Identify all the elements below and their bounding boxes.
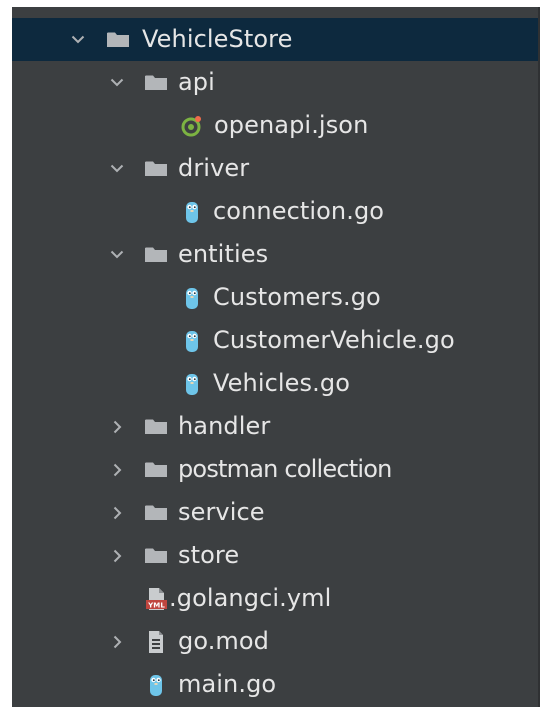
chevron-right-icon[interactable] bbox=[104, 448, 130, 491]
tree-row-label: connection.go bbox=[213, 197, 385, 225]
chevron-right-icon[interactable] bbox=[104, 534, 130, 577]
go-file-icon bbox=[176, 190, 208, 233]
tree-row-label: api bbox=[178, 68, 215, 96]
tree-row-store[interactable]: store bbox=[12, 534, 538, 577]
tree-row-label: CustomerVehicle.go bbox=[213, 326, 455, 354]
go-file-icon bbox=[176, 319, 208, 362]
tree-row-label: store bbox=[178, 541, 240, 569]
tree-row-golangci-yml[interactable]: YML .golangci.yml bbox=[12, 577, 538, 620]
go-file-icon bbox=[176, 276, 208, 319]
folder-icon bbox=[140, 405, 172, 448]
chevron-down-icon[interactable] bbox=[65, 18, 91, 61]
yml-file-icon: YML bbox=[140, 577, 172, 620]
tree-row-connection-go[interactable]: connection.go bbox=[12, 190, 538, 233]
chevron-right-icon[interactable] bbox=[104, 405, 130, 448]
folder-icon bbox=[140, 448, 172, 491]
folder-icon bbox=[140, 147, 172, 190]
svg-text:YML: YML bbox=[147, 601, 165, 609]
tree-row-label: entities bbox=[178, 240, 269, 268]
tree-row-customers-go[interactable]: Customers.go bbox=[12, 276, 538, 319]
chevron-right-icon[interactable] bbox=[104, 620, 130, 663]
tree-row-api[interactable]: api bbox=[12, 61, 538, 104]
chevron-right-icon[interactable] bbox=[104, 491, 130, 534]
tree-row-customervehicle-go[interactable]: CustomerVehicle.go bbox=[12, 319, 538, 362]
go-file-icon bbox=[140, 663, 172, 706]
tree-row-label: main.go bbox=[178, 670, 277, 698]
tree-row-vehicles-go[interactable]: Vehicles.go bbox=[12, 362, 538, 405]
tree-row-handler[interactable]: handler bbox=[12, 405, 538, 448]
tree-row-label: openapi.json bbox=[214, 111, 369, 139]
tree-row-label: postman collection bbox=[178, 455, 392, 483]
go-mod-file-icon bbox=[140, 620, 172, 663]
tree-row-vehiclestore[interactable]: VehicleStore bbox=[12, 18, 538, 61]
tree-row-label: go.mod bbox=[178, 627, 270, 655]
tree-row-openapi-json[interactable]: openapi.json bbox=[12, 104, 538, 147]
folder-icon bbox=[140, 61, 172, 104]
tree-row-go-mod[interactable]: go.mod bbox=[12, 620, 538, 663]
chevron-down-icon[interactable] bbox=[104, 233, 130, 276]
chevron-down-icon[interactable] bbox=[104, 61, 130, 104]
tree-row-label: service bbox=[178, 498, 265, 526]
folder-icon bbox=[140, 491, 172, 534]
tree-row-label: driver bbox=[178, 154, 250, 182]
tree-row-label: .golangci.yml bbox=[169, 584, 332, 612]
tree-row-label: VehicleStore bbox=[142, 25, 293, 53]
tree-row-postman-collection[interactable]: postman collection bbox=[12, 448, 538, 491]
folder-icon bbox=[140, 233, 172, 276]
project-tree: VehicleStore api openapi.json driver con… bbox=[12, 7, 540, 707]
folder-icon bbox=[140, 534, 172, 577]
chevron-down-icon[interactable] bbox=[104, 147, 130, 190]
tree-row-main-go[interactable]: main.go bbox=[12, 663, 538, 706]
go-file-icon bbox=[176, 362, 208, 405]
tree-row-label: handler bbox=[178, 412, 271, 440]
tree-row-label: Customers.go bbox=[213, 283, 381, 311]
tree-row-label: Vehicles.go bbox=[213, 369, 350, 397]
folder-icon bbox=[102, 18, 134, 61]
openapi-json-icon bbox=[176, 104, 208, 147]
tree-row-entities[interactable]: entities bbox=[12, 233, 538, 276]
tree-row-driver[interactable]: driver bbox=[12, 147, 538, 190]
tree-row-service[interactable]: service bbox=[12, 491, 538, 534]
